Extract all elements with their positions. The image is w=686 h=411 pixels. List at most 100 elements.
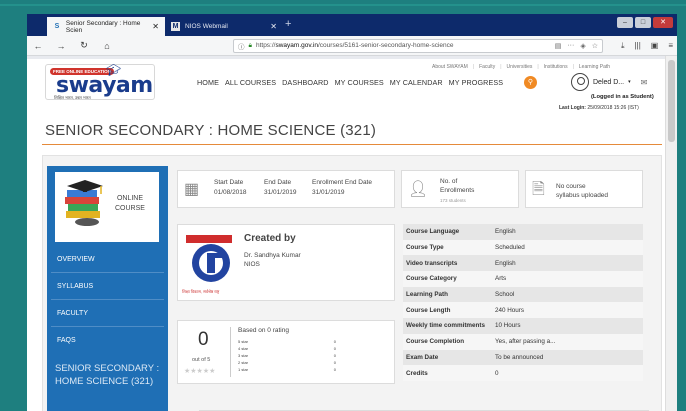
pocket-icon[interactable]: ◈ [580, 42, 585, 50]
nav-dashboard[interactable]: DASHBOARD [282, 78, 328, 87]
sidebar-item-faculty[interactable]: FACULTY [51, 300, 164, 327]
logo-tagline: शिक्षित भारत, उन्नत भारत [54, 95, 91, 100]
info-icon[interactable]: ⓘ [238, 41, 245, 51]
utility-link[interactable]: Faculty [479, 64, 495, 70]
rating-row: 4 star 0 [238, 346, 336, 351]
tab-nios-webmail[interactable]: M NIOS Webmail ✕ [165, 17, 283, 36]
course-container: ONLINE COURSE OVERVIEW SYLLABUS FACULTY F… [42, 155, 662, 411]
course-sidebar: ONLINE COURSE OVERVIEW SYLLABUS FACULTY F… [47, 166, 168, 411]
main-nav: HOME ALL COURSES DASHBOARD MY COURSES MY… [197, 78, 503, 87]
tab-bar: S Senior Secondary : Home Scien ✕ M NIOS… [27, 14, 677, 36]
chevron-down-icon: ▾ [628, 79, 631, 85]
reader-view-icon[interactable]: ▤ [555, 42, 562, 50]
table-row: Course Type Scheduled [403, 239, 643, 256]
rating-breakdown: 5 star 0 4 star 0 3 star 0 2 star 0 1 star 0 [238, 339, 388, 374]
web-page: FREE ONLINE EDUCATION 🎓︎ swayam शिक्षित … [27, 56, 665, 411]
course-thumbnail: ONLINE COURSE [55, 172, 159, 242]
nav-all-courses[interactable]: ALL COURSES [225, 78, 276, 87]
page-scrollbar[interactable] [665, 56, 677, 411]
rating-row: 3 star 0 [238, 353, 336, 358]
end-date: End Date 31/01/2019 [264, 179, 297, 196]
rating-out-of: out of 5 [192, 357, 211, 363]
tab-senior-secondary[interactable]: S Senior Secondary : Home Scien ✕ [47, 17, 165, 36]
swayam-logo[interactable]: FREE ONLINE EDUCATION 🎓︎ swayam शिक्षित … [45, 63, 155, 100]
nav-my-progress[interactable]: MY PROGRESS [449, 78, 504, 87]
table-row: Course Length 240 Hours [403, 302, 643, 319]
lock-icon: 🔒︎ [248, 41, 252, 49]
address-bar[interactable]: ⓘ 🔒︎ https://swayam.gov.in/courses/5161-… [233, 38, 603, 53]
avatar [571, 73, 589, 91]
star-rating-icon: ★★★★★ [184, 368, 216, 375]
creator-card: Created by Dr. Sandhya Kumar NIOS शिक्षा … [177, 224, 395, 301]
browser-toolbar: ← → ↻ ⌂ ⓘ 🔒︎ https://swayam.gov.in/cours… [27, 36, 677, 56]
forward-icon[interactable]: → [54, 41, 68, 51]
search-icon[interactable]: ⚲ [524, 76, 537, 89]
nav-my-calendar[interactable]: MY CALENDAR [390, 78, 443, 87]
more-actions-icon[interactable]: ··· [567, 42, 574, 50]
close-tab-icon[interactable]: ✕ [152, 22, 159, 31]
title-divider [42, 144, 662, 145]
rating-row: 1 star 0 [238, 367, 336, 372]
sidebar-item-faqs[interactable]: FAQS [51, 327, 164, 354]
table-row: Video transcripts English [403, 255, 643, 272]
sidebar-course-name: SENIOR SECONDARY : HOME SCIENCE (321) [55, 363, 160, 387]
table-row: Learning Path School [403, 286, 643, 303]
menu-icon[interactable]: ≡ [668, 41, 673, 51]
table-row: Credits 0 [403, 365, 643, 381]
sidebar-item-syllabus[interactable]: SYLLABUS [51, 273, 164, 300]
books-icon [65, 180, 103, 226]
syllabus-card: 🗎︎ No course syllabus uploaded [525, 170, 643, 208]
mail-icon[interactable]: ✉ [641, 78, 648, 87]
page-title: SENIOR SECONDARY : HOME SCIENCE (321) [45, 122, 377, 139]
user-check-icon: 👤︎ [408, 181, 429, 198]
sidebar-icon[interactable]: ▣ [651, 41, 659, 51]
reload-icon[interactable]: ↻ [77, 40, 91, 51]
table-row: Course Category Arts [403, 271, 643, 287]
minimize-icon[interactable]: – [617, 17, 633, 28]
online-course-label: ONLINE COURSE [115, 195, 145, 212]
nav-my-courses[interactable]: MY COURSES [335, 78, 384, 87]
utility-links: About SWAYAM | Faculty | Universities | Ins… [432, 64, 611, 70]
tab-label: NIOS Webmail [185, 23, 228, 30]
close-tab-icon[interactable]: ✕ [270, 22, 277, 31]
course-info-table: Course Language English Course Type Schedu… [403, 224, 643, 381]
utility-link[interactable]: Learning Path [579, 64, 610, 70]
back-icon[interactable]: ← [31, 41, 45, 51]
document-icon: 🗎︎ [532, 181, 545, 198]
rating-value: 0 [198, 329, 209, 350]
start-date: Start Date 01/08/2018 [214, 179, 247, 196]
rating-card: 0 out of 5 ★★★★★ Based on 0 rating 5 sta… [177, 320, 395, 384]
utility-link[interactable]: About SWAYAM [432, 64, 468, 70]
rating-divider [230, 327, 231, 377]
scrollbar-thumb[interactable] [668, 60, 675, 142]
close-window-icon[interactable]: ✕ [653, 17, 673, 28]
download-icon[interactable]: ⤓ [621, 41, 625, 51]
url-text: https://swayam.gov.in/courses/5161-senio… [255, 42, 454, 49]
tab-label: Senior Secondary : Home Scien [65, 19, 141, 34]
created-by-heading: Created by [244, 233, 296, 244]
new-tab-icon[interactable]: + [285, 18, 291, 30]
utility-link[interactable]: Institutions [544, 64, 568, 70]
user-menu[interactable]: Deled D... ▾ ✉ [571, 73, 647, 91]
top-strip [27, 56, 665, 59]
library-icon[interactable]: ||| [635, 41, 641, 51]
course-dates-card: ▦ Start Date 01/08/2018 End Date 31/01/201… [177, 170, 395, 208]
rating-row: 2 star 0 [238, 360, 336, 365]
table-row: Course Language English [403, 224, 643, 240]
logged-in-status: (Logged in as Student) [591, 94, 654, 100]
enrollments-label: No. of Enrollments [440, 178, 475, 194]
user-name: Deled D... [593, 78, 625, 86]
nios-logo-caption: शिक्षा विकास, सर्वश्रेष्ठ राष्ट्र [182, 289, 220, 294]
bookmark-star-icon[interactable]: ☆ [592, 42, 598, 50]
rating-row: 5 star 0 [238, 339, 336, 344]
nav-home[interactable]: HOME [197, 78, 219, 87]
maximize-icon[interactable]: □ [635, 17, 651, 28]
utility-link[interactable]: Universities [507, 64, 533, 70]
home-icon[interactable]: ⌂ [100, 41, 114, 51]
sidebar-item-overview[interactable]: OVERVIEW [51, 246, 164, 273]
rating-based-on: Based on 0 rating [238, 327, 289, 334]
table-row: Course Completion Yes, after passing a... [403, 333, 643, 350]
enrollment-end-date: Enrollment End Date 31/01/2019 [312, 179, 372, 196]
sidebar-menu: OVERVIEW SYLLABUS FACULTY FAQS [47, 246, 168, 354]
enrollments-card: 👤︎ No. of Enrollments 173 students [401, 170, 519, 208]
